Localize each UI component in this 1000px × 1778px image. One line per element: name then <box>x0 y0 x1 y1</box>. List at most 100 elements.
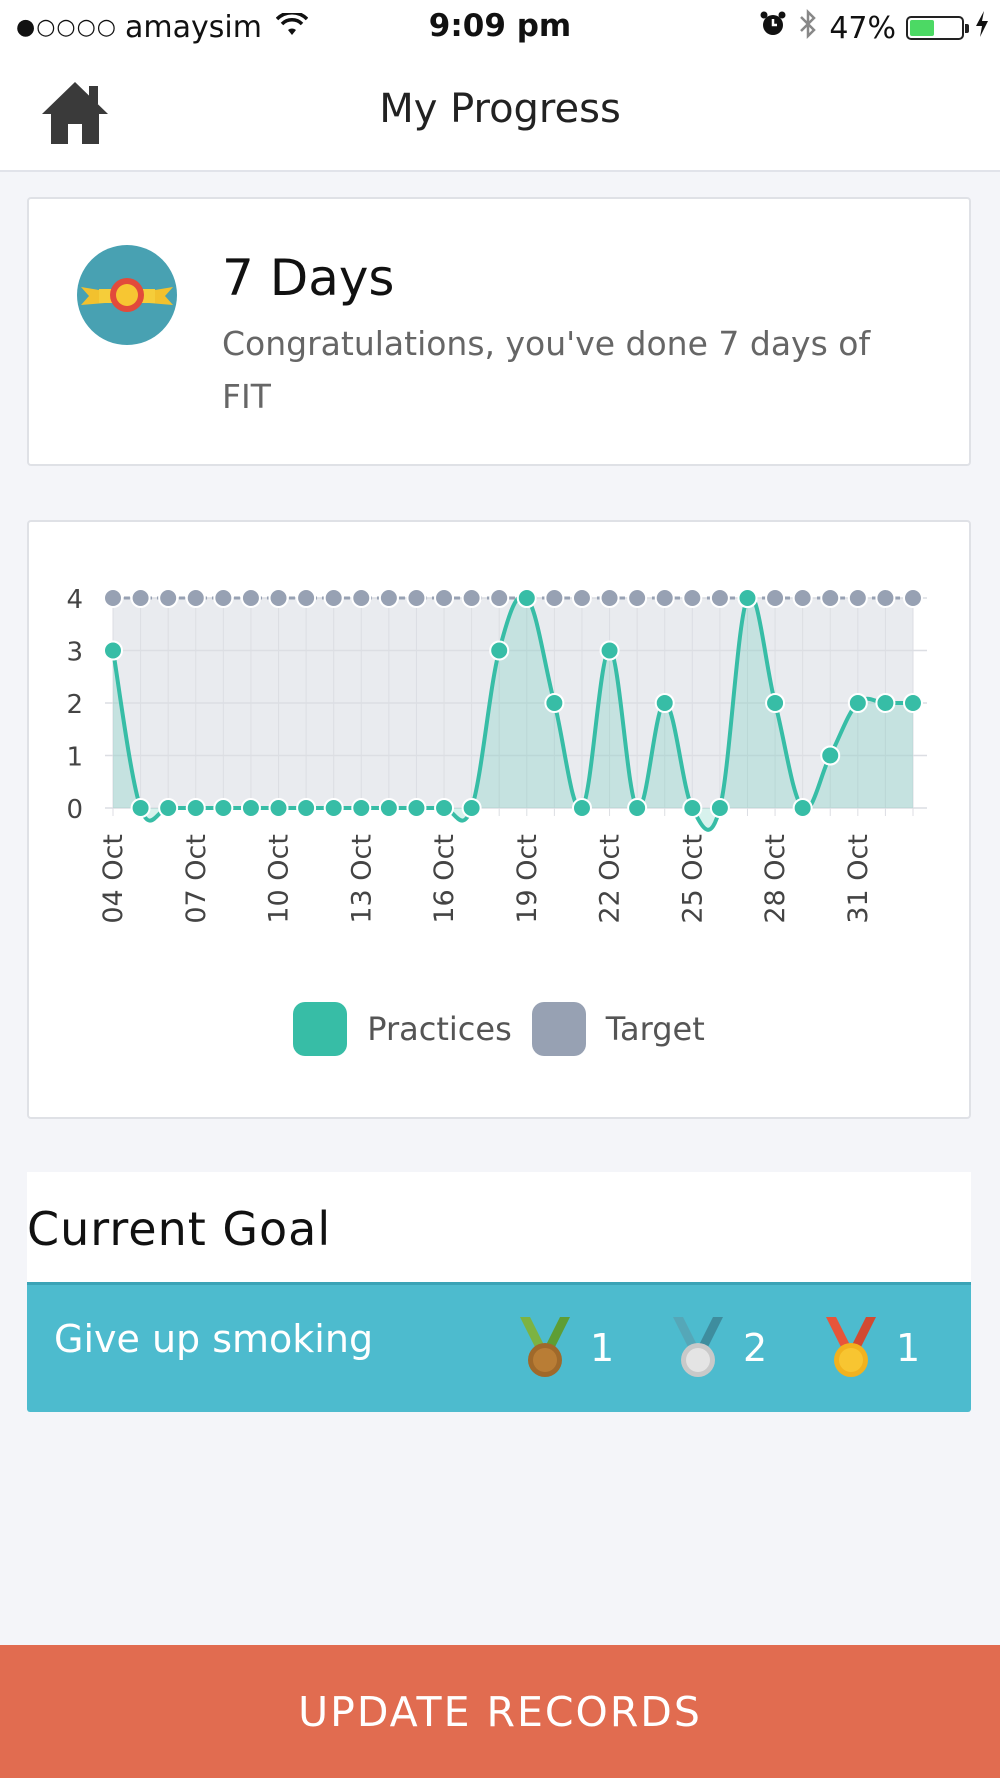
x-tick-label: 10 Oct <box>264 834 295 924</box>
y-tick-label: 0 <box>66 795 83 825</box>
alarm-icon <box>759 10 787 46</box>
x-tick-label: 04 Oct <box>98 834 129 924</box>
bronze-medal-icon <box>520 1317 570 1377</box>
target-point <box>654 588 675 608</box>
award-ribbon-icon <box>77 245 177 345</box>
practices-point <box>682 798 703 818</box>
target-point <box>240 588 261 608</box>
target-point <box>378 588 399 608</box>
target-point <box>406 588 427 608</box>
battery-icon <box>906 16 969 40</box>
legend-item-practices[interactable]: Practices <box>293 1002 512 1056</box>
chart-legend: Practices Target <box>29 1002 969 1056</box>
bluetooth-icon <box>797 8 819 48</box>
practices-point <box>268 798 289 818</box>
gold-medal: 1 <box>820 1313 920 1383</box>
gold-medal-count: 1 <box>896 1326 921 1370</box>
target-point <box>847 588 868 608</box>
target-point <box>323 588 344 608</box>
bronze-medal-count: 1 <box>590 1326 615 1370</box>
practices-point <box>516 588 537 608</box>
target-point <box>709 588 730 608</box>
update-records-button[interactable]: UPDATE RECORDS <box>0 1645 1000 1778</box>
target-point <box>213 588 234 608</box>
silver-medal: 2 <box>667 1313 767 1383</box>
practices-point <box>571 798 592 818</box>
practices-point <box>185 798 206 818</box>
practices-point <box>434 798 455 818</box>
practices-point <box>709 798 730 818</box>
y-tick-label: 3 <box>66 638 83 668</box>
practices-point <box>765 693 786 713</box>
target-point <box>158 588 179 608</box>
target-point <box>792 588 813 608</box>
legend-swatch-target <box>531 1002 586 1056</box>
target-point <box>351 588 372 608</box>
target-point <box>103 588 123 608</box>
x-tick-label: 13 Oct <box>346 834 377 924</box>
legend-swatch-practices <box>293 1002 348 1056</box>
practices-point <box>654 693 675 713</box>
legend-label-target: Target <box>605 1010 705 1048</box>
x-tick-label: 22 Oct <box>595 834 626 924</box>
battery-percent: 47% <box>829 10 896 46</box>
current-goal-header: Current Goal <box>27 1172 971 1282</box>
practices-point <box>240 798 261 818</box>
silver-medal-count: 2 <box>743 1326 768 1370</box>
navigation-bar: My Progress <box>0 56 1000 172</box>
battery-level <box>910 20 934 36</box>
y-tick-label: 2 <box>66 690 83 720</box>
practices-point <box>847 693 868 713</box>
x-tick-label: 19 Oct <box>512 834 543 924</box>
practices-point <box>875 693 896 713</box>
target-point <box>627 588 648 608</box>
battery-tip <box>965 24 969 33</box>
practices-point <box>378 798 399 818</box>
target-point <box>599 588 620 608</box>
target-point <box>185 588 206 608</box>
target-point <box>130 588 151 608</box>
target-point <box>765 588 786 608</box>
legend-item-target[interactable]: Target <box>531 1002 705 1056</box>
progress-chart-card: 0 1 2 3 4 04 Oct 07 Oct 10 Oct 13 Oct 16 Oct 19 Oc… <box>27 520 971 1119</box>
goal-row[interactable]: Give up smoking 1 2 1 <box>27 1282 971 1412</box>
target-point <box>571 588 592 608</box>
practices-point <box>627 798 648 818</box>
status-bar: ●○○○○ amaysim 9:09 pm 47% <box>0 0 1000 56</box>
target-point <box>434 588 455 608</box>
target-point <box>489 588 510 608</box>
target-point <box>461 588 482 608</box>
practices-point <box>820 745 841 766</box>
streak-title: 7 Days <box>222 249 395 307</box>
practices-point <box>489 640 510 661</box>
page-title: My Progress <box>379 86 621 132</box>
practices-point <box>296 798 317 818</box>
practices-point <box>213 798 234 818</box>
current-goal-heading: Current Goal <box>27 1202 332 1256</box>
target-point <box>544 588 565 608</box>
practices-point <box>461 798 482 818</box>
practices-point <box>351 798 372 818</box>
target-point <box>296 588 317 608</box>
x-tick-label: 28 Oct <box>760 834 791 924</box>
y-tick-label: 1 <box>66 743 83 773</box>
charging-icon <box>974 10 990 46</box>
target-point <box>682 588 703 608</box>
streak-message: Congratulations, you've done 7 days of F… <box>222 324 871 416</box>
x-tick-label: 07 Oct <box>181 834 212 924</box>
target-point <box>820 588 841 608</box>
target-point <box>875 588 896 608</box>
silver-medal-icon <box>673 1317 723 1377</box>
practices-point <box>599 640 620 661</box>
practices-point <box>792 798 813 818</box>
practices-point <box>544 693 565 713</box>
practices-point <box>903 693 923 713</box>
practices-point <box>323 798 344 818</box>
practices-point <box>130 798 151 818</box>
goal-name: Give up smoking <box>54 1317 374 1361</box>
target-point <box>903 588 923 608</box>
bronze-medal: 1 <box>514 1313 614 1383</box>
progress-chart: 0 1 2 3 4 04 Oct 07 Oct 10 Oct 13 Oct 16 Oct 19 Oc… <box>66 585 927 924</box>
gold-medal-icon <box>826 1317 876 1377</box>
x-tick-label: 31 Oct <box>843 834 874 924</box>
